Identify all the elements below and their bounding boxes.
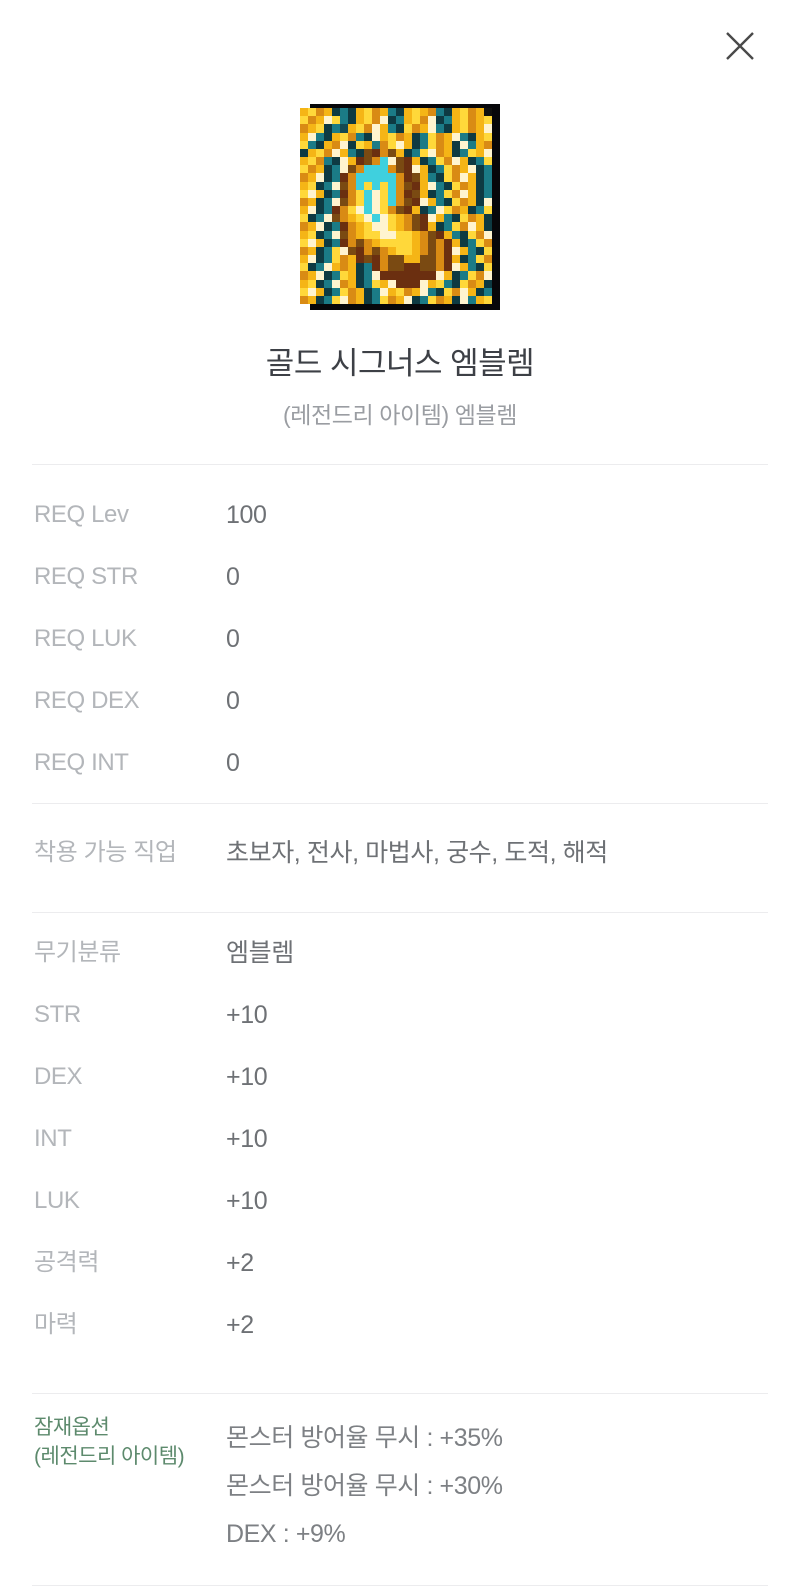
table-row: REQ DEX 0: [0, 670, 800, 732]
item-title-block: 골드 시그너스 엠블렘 (레전드리 아이템) 엠블렘: [0, 345, 800, 430]
row-label: STR: [34, 1001, 81, 1028]
row-value: 0: [226, 563, 240, 591]
table-row: 무기분류 엠블렘: [0, 922, 800, 984]
potential-option: 몬스터 방어율 무시 : +35%: [226, 1424, 503, 1452]
row-label: REQ INT: [34, 749, 129, 776]
table-row: DEX +10: [0, 1046, 800, 1108]
row-value: +10: [226, 1063, 268, 1091]
close-button[interactable]: [712, 18, 768, 74]
divider-job-top: [32, 803, 768, 804]
potential-option: DEX : +9%: [226, 1520, 346, 1548]
requirements-section: REQ Lev 100 REQ STR 0 REQ LUK 0 REQ DEX …: [0, 484, 800, 794]
row-label: 마력: [34, 1311, 78, 1338]
row-value: 100: [226, 501, 267, 529]
row-value: 0: [226, 625, 240, 653]
table-row: 공격력 +2: [0, 1232, 800, 1294]
row-value: +10: [226, 1001, 268, 1029]
row-value: 0: [226, 749, 240, 777]
row-label: INT: [34, 1125, 72, 1152]
potential-values: 몬스터 방어율 무시 : +35% 몬스터 방어율 무시 : +30% DEX …: [226, 1414, 800, 1558]
row-label: REQ STR: [34, 563, 138, 590]
divider-potential-top: [32, 1393, 768, 1394]
icon-pixel-canvas: [300, 108, 492, 304]
row-label: 착용 가능 직업: [34, 839, 177, 866]
table-row: 마력 +2: [0, 1294, 800, 1356]
close-icon: [723, 29, 757, 63]
divider-requirements-top: [32, 464, 768, 465]
item-title: 골드 시그너스 엠블렘: [265, 346, 535, 381]
row-label: 공격력: [34, 1249, 100, 1276]
table-row: REQ INT 0: [0, 732, 800, 794]
divider-stats-top: [32, 912, 768, 913]
row-label: REQ LUK: [34, 625, 137, 652]
potential-section: 잠재옵션 (레전드리 아이템) 몬스터 방어율 무시 : +35% 몬스터 방어…: [0, 1398, 800, 1558]
row-value: 초보자, 전사, 마법사, 궁수, 도적, 해적: [226, 839, 608, 867]
row-label: REQ DEX: [34, 687, 140, 714]
potential-row: 잠재옵션 (레전드리 아이템) 몬스터 방어율 무시 : +35% 몬스터 방어…: [0, 1398, 800, 1558]
gold-cygnus-emblem-icon: [300, 98, 500, 310]
row-label: REQ Lev: [34, 501, 129, 528]
row-value: +10: [226, 1187, 268, 1215]
potential-option: 몬스터 방어율 무시 : +30%: [226, 1472, 503, 1500]
table-row: 착용 가능 직업 초보자, 전사, 마법사, 궁수, 도적, 해적: [0, 822, 800, 884]
row-value: 0: [226, 687, 240, 715]
divider-bottom: [32, 1585, 768, 1586]
potential-label-line2: (레전드리 아이템): [34, 1444, 185, 1468]
table-row: REQ Lev 100: [0, 484, 800, 546]
item-icon-container: [0, 98, 800, 310]
job-section: 착용 가능 직업 초보자, 전사, 마법사, 궁수, 도적, 해적: [0, 822, 800, 884]
row-value: +2: [226, 1311, 254, 1339]
row-value: 엠블렘: [226, 939, 294, 967]
table-row: INT +10: [0, 1108, 800, 1170]
row-label: DEX: [34, 1063, 83, 1090]
row-label: LUK: [34, 1187, 80, 1214]
row-value: +10: [226, 1125, 268, 1153]
potential-label-line1: 잠재옵션: [34, 1416, 110, 1439]
table-row: LUK +10: [0, 1170, 800, 1232]
table-row: STR +10: [0, 984, 800, 1046]
stats-section: 무기분류 엠블렘 STR +10 DEX +10 INT +10 LUK +10…: [0, 922, 800, 1356]
row-label: 무기분류: [34, 939, 121, 966]
potential-label: 잠재옵션 (레전드리 아이템): [0, 1414, 226, 1472]
item-subtitle: (레전드리 아이템) 엠블렘: [282, 401, 518, 428]
table-row: REQ STR 0: [0, 546, 800, 608]
row-value: +2: [226, 1249, 254, 1277]
item-detail-page: 골드 시그너스 엠블렘 (레전드리 아이템) 엠블렘 REQ Lev 100 R…: [0, 0, 800, 1594]
table-row: REQ LUK 0: [0, 608, 800, 670]
